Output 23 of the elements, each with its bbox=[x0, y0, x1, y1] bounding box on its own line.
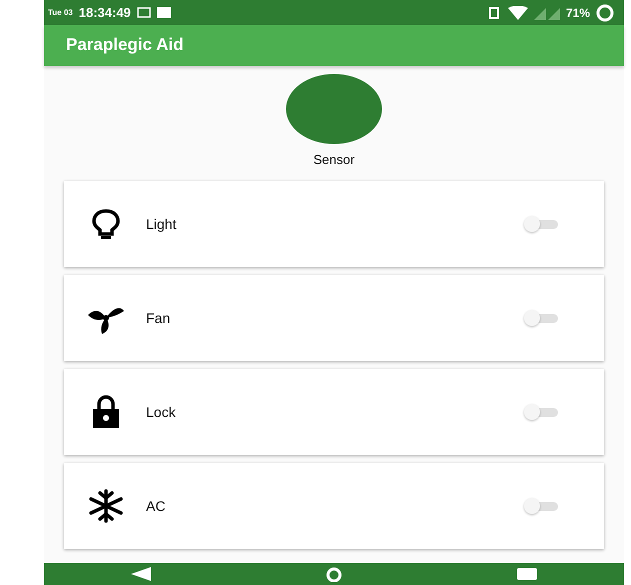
lock-icon bbox=[91, 394, 121, 429]
back-icon[interactable] bbox=[130, 566, 151, 581]
message-icon bbox=[136, 7, 151, 18]
battery-icon bbox=[596, 4, 614, 22]
status-time: 18:34:49 bbox=[78, 5, 131, 20]
snowflake-icon bbox=[88, 488, 124, 523]
device-label: Fan bbox=[146, 310, 170, 326]
status-date: Tue 03 bbox=[48, 8, 73, 18]
wifi-icon bbox=[508, 6, 528, 20]
battery-percent: 71% bbox=[566, 6, 590, 20]
device-label: Lock bbox=[146, 404, 176, 420]
recents-icon[interactable] bbox=[517, 566, 538, 581]
home-icon[interactable] bbox=[324, 566, 344, 582]
toggle-switch[interactable] bbox=[524, 308, 560, 327]
toggle-switch[interactable] bbox=[524, 496, 560, 515]
toggle-switch[interactable] bbox=[524, 214, 560, 233]
image-icon bbox=[156, 7, 171, 18]
app-title: Paraplegic Aid bbox=[66, 35, 184, 56]
device-label: AC bbox=[146, 498, 166, 514]
sensor-label: Sensor bbox=[313, 152, 355, 167]
signal-icon bbox=[534, 6, 560, 20]
device-label: Light bbox=[146, 216, 176, 232]
toggle-switch[interactable] bbox=[524, 402, 560, 421]
